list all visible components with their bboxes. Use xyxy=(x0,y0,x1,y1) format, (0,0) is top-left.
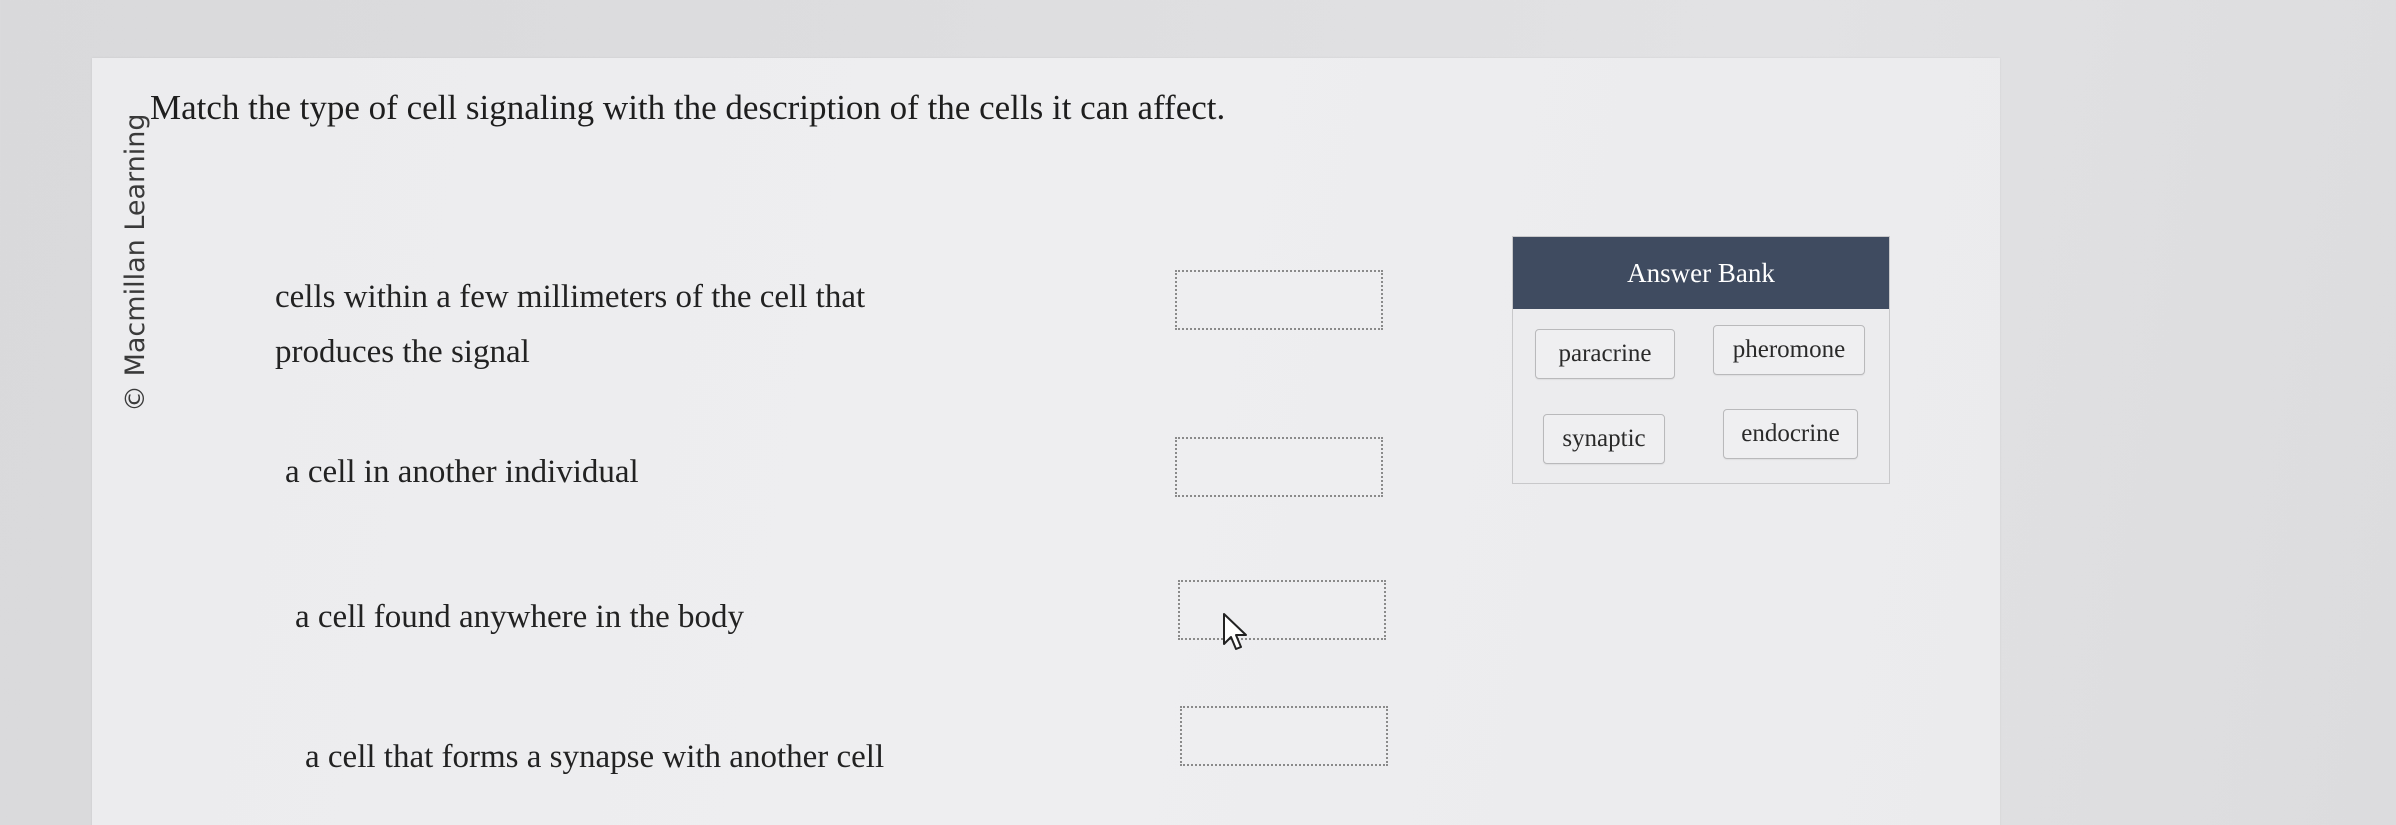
answer-chip-synaptic[interactable]: synaptic xyxy=(1543,414,1665,464)
prompt-4: a cell that forms a synapse with another… xyxy=(305,739,885,775)
hand-pointer-cursor-icon xyxy=(1223,613,1247,650)
answer-bank-title: Answer Bank xyxy=(1513,237,1889,309)
drop-target-2[interactable] xyxy=(1175,437,1383,497)
answer-chip-paracrine[interactable]: paracrine xyxy=(1535,329,1675,379)
prompt-3: a cell found anywhere in the body xyxy=(295,599,745,635)
prompt-1-line-2: produces the signal xyxy=(275,334,530,370)
drop-target-4[interactable] xyxy=(1180,706,1388,766)
answer-chip-pheromone[interactable]: pheromone xyxy=(1713,325,1865,375)
prompt-1-line-1: cells within a few millimeters of the ce… xyxy=(275,279,866,315)
drop-target-3[interactable] xyxy=(1178,580,1386,640)
drop-target-1[interactable] xyxy=(1175,270,1383,330)
answer-bank: Answer Bank paracrine pheromone synaptic… xyxy=(1512,236,1890,484)
answer-chip-endocrine[interactable]: endocrine xyxy=(1723,409,1858,459)
prompt-2: a cell in another individual xyxy=(285,454,639,490)
prompt-1: cells within a few millimeters of the ce… xyxy=(275,270,975,380)
copyright-label: © Macmillan Learning xyxy=(120,113,151,412)
question-text: Match the type of cell signaling with th… xyxy=(150,88,1226,127)
